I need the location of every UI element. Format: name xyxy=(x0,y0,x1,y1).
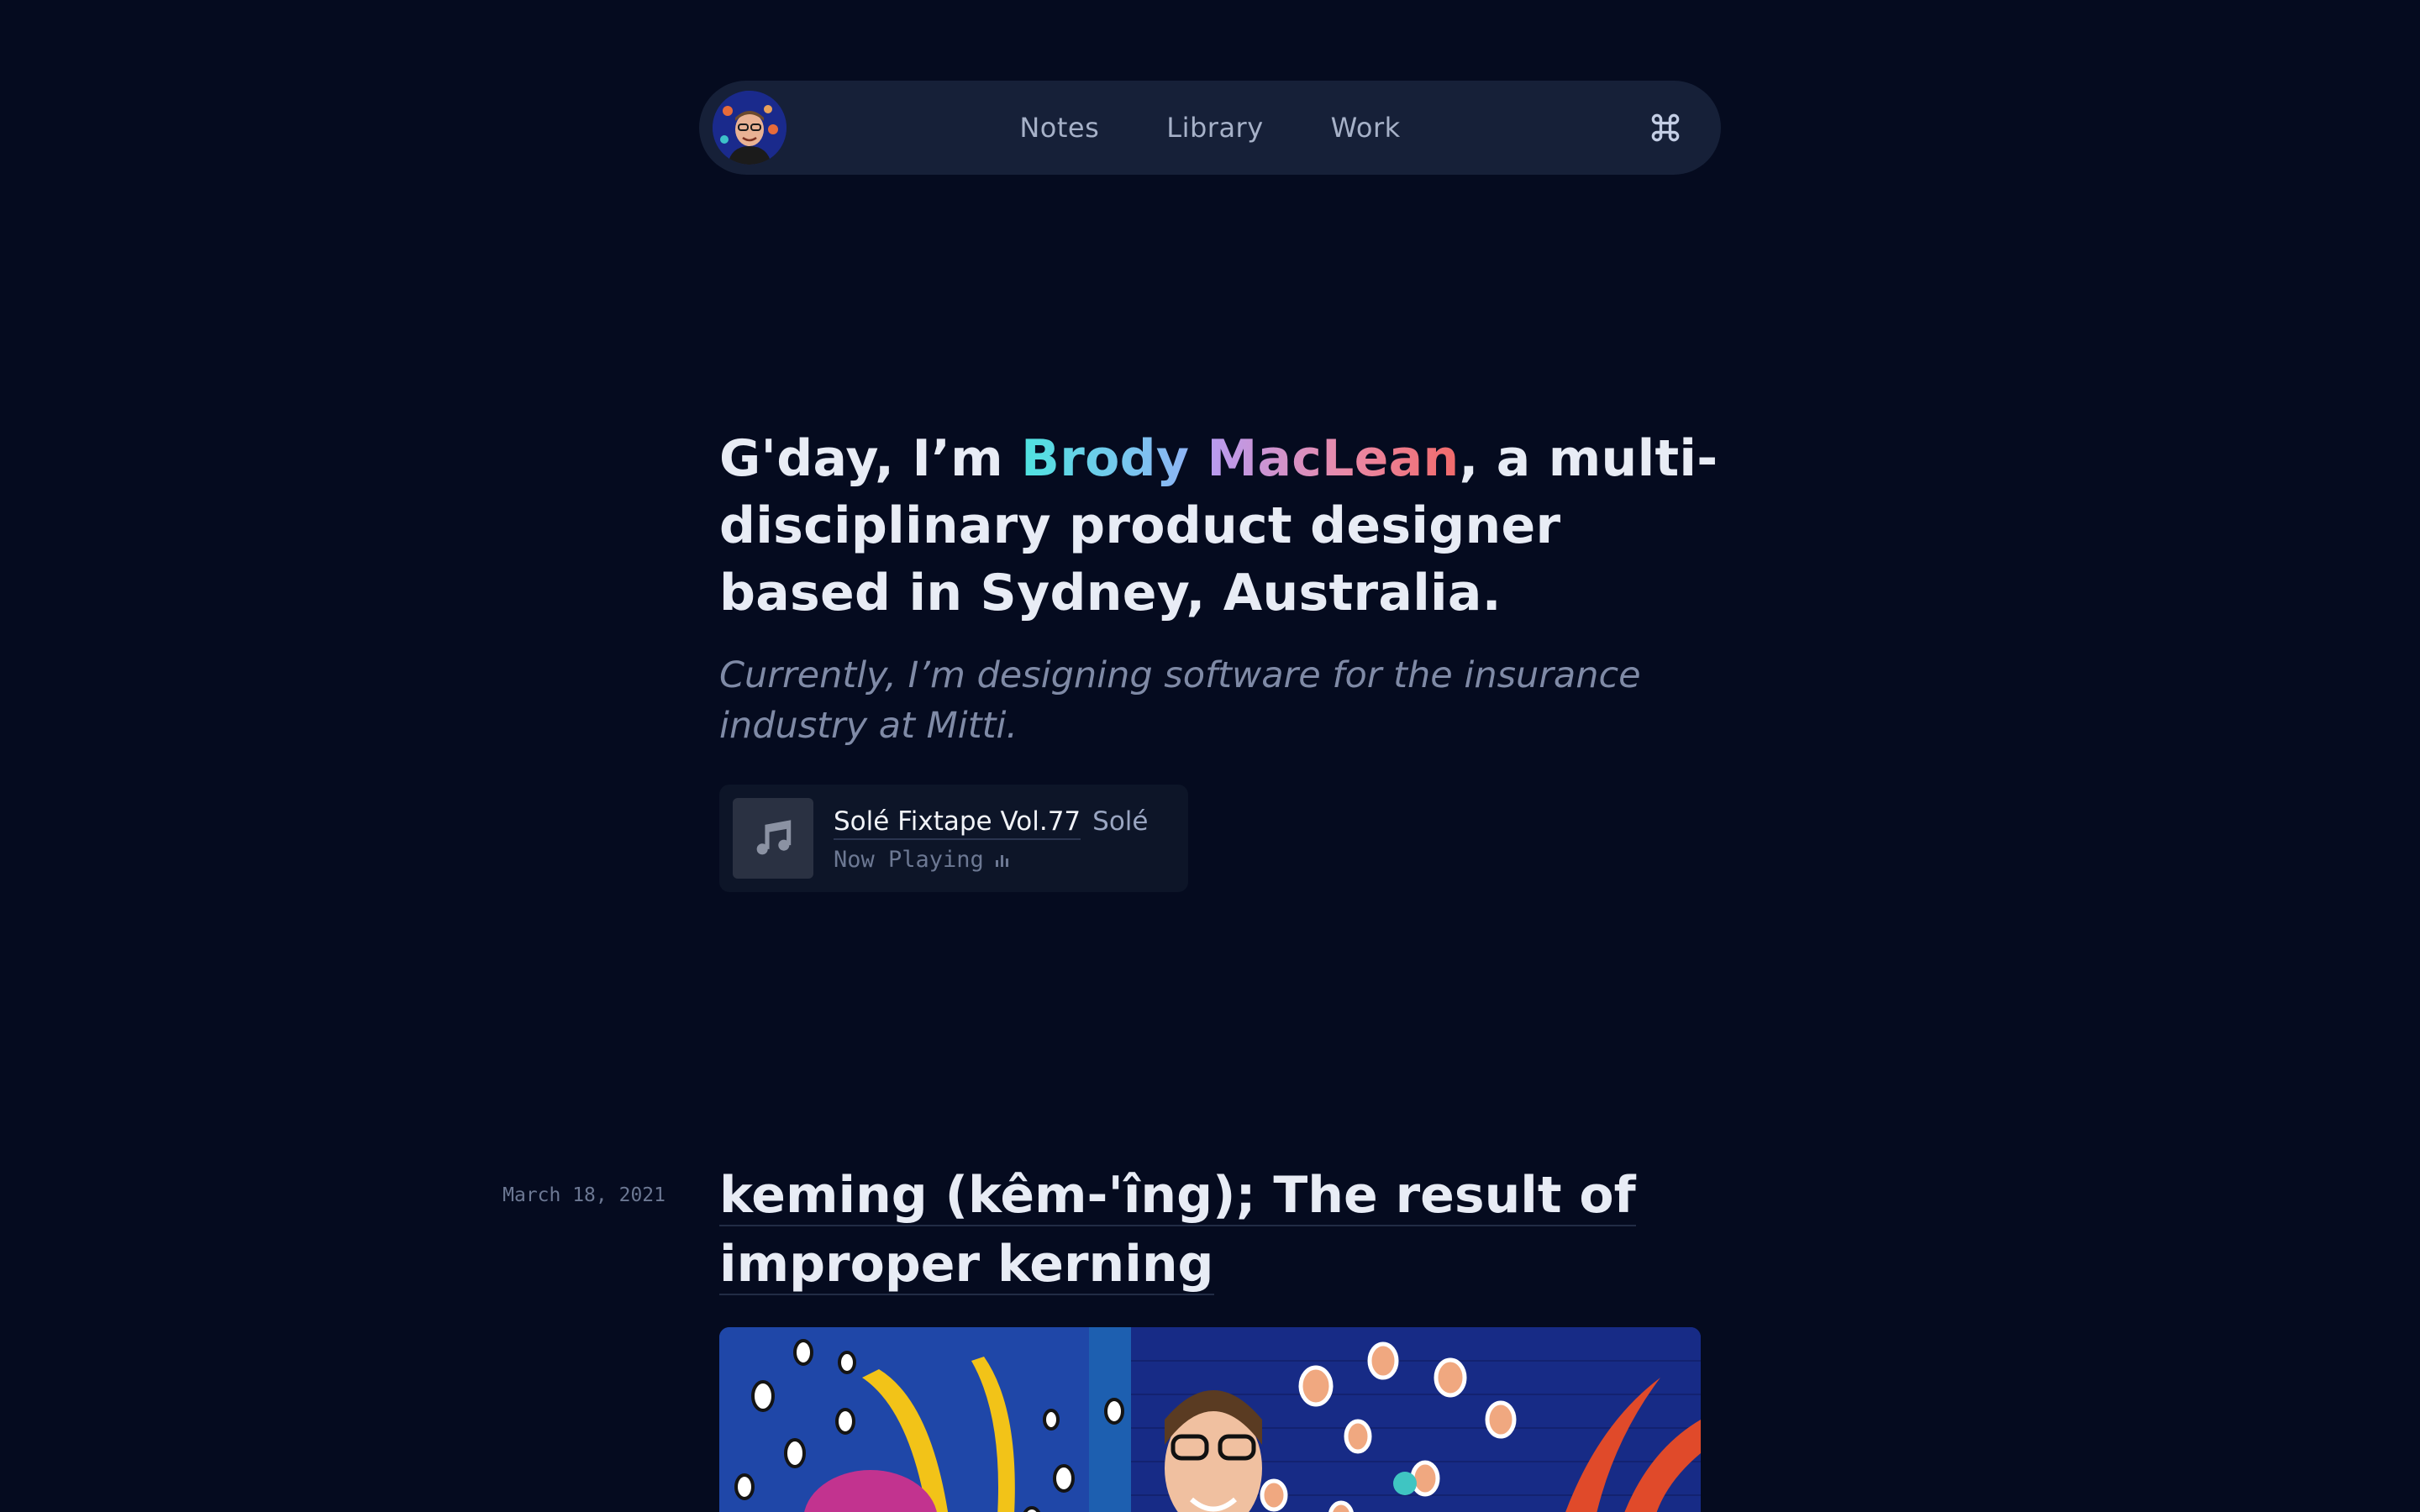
post-cover-image[interactable] xyxy=(719,1327,1701,1512)
hero-first-name: Brody xyxy=(1021,429,1190,488)
now-playing-track[interactable]: Solé Fixtape Vol.77 xyxy=(834,806,1081,840)
post-date: March 18, 2021 xyxy=(502,1184,666,1206)
post-title-link[interactable]: keming (kêm-'îng); The result of imprope… xyxy=(719,1166,1636,1295)
music-note-icon xyxy=(733,798,813,879)
page: Notes Library Work G'day, I’m Brody MacL… xyxy=(0,0,2420,1512)
now-playing-title: Solé Fixtape Vol.77 Solé xyxy=(834,806,1149,840)
hero-last-name: MacLean xyxy=(1207,429,1460,488)
equalizer-icon xyxy=(995,853,1008,867)
hero: G'day, I’m Brody MacLean, a multi-discip… xyxy=(719,425,1728,751)
now-playing-artist: Solé xyxy=(1092,806,1149,837)
avatar[interactable] xyxy=(713,91,786,165)
nav-links: Notes Library Work xyxy=(699,81,1721,175)
nav-link-notes[interactable]: Notes xyxy=(1019,112,1099,144)
post-title: keming (kêm-'îng); The result of imprope… xyxy=(719,1161,1686,1299)
hero-title: G'day, I’m Brody MacLean, a multi-discip… xyxy=(719,425,1728,627)
hero-greeting: G'day, I’m xyxy=(719,429,1022,488)
now-playing-status: Now Playing xyxy=(834,847,1008,873)
command-icon[interactable] xyxy=(1644,106,1687,150)
now-playing-card[interactable]: Solé Fixtape Vol.77 Solé Now Playing xyxy=(719,785,1188,892)
top-nav: Notes Library Work xyxy=(699,81,1721,175)
nav-link-library[interactable]: Library xyxy=(1166,112,1263,144)
hero-subtitle: Currently, I’m designing software for th… xyxy=(719,654,1641,747)
nav-link-work[interactable]: Work xyxy=(1331,112,1401,144)
now-playing-status-label: Now Playing xyxy=(834,847,984,873)
